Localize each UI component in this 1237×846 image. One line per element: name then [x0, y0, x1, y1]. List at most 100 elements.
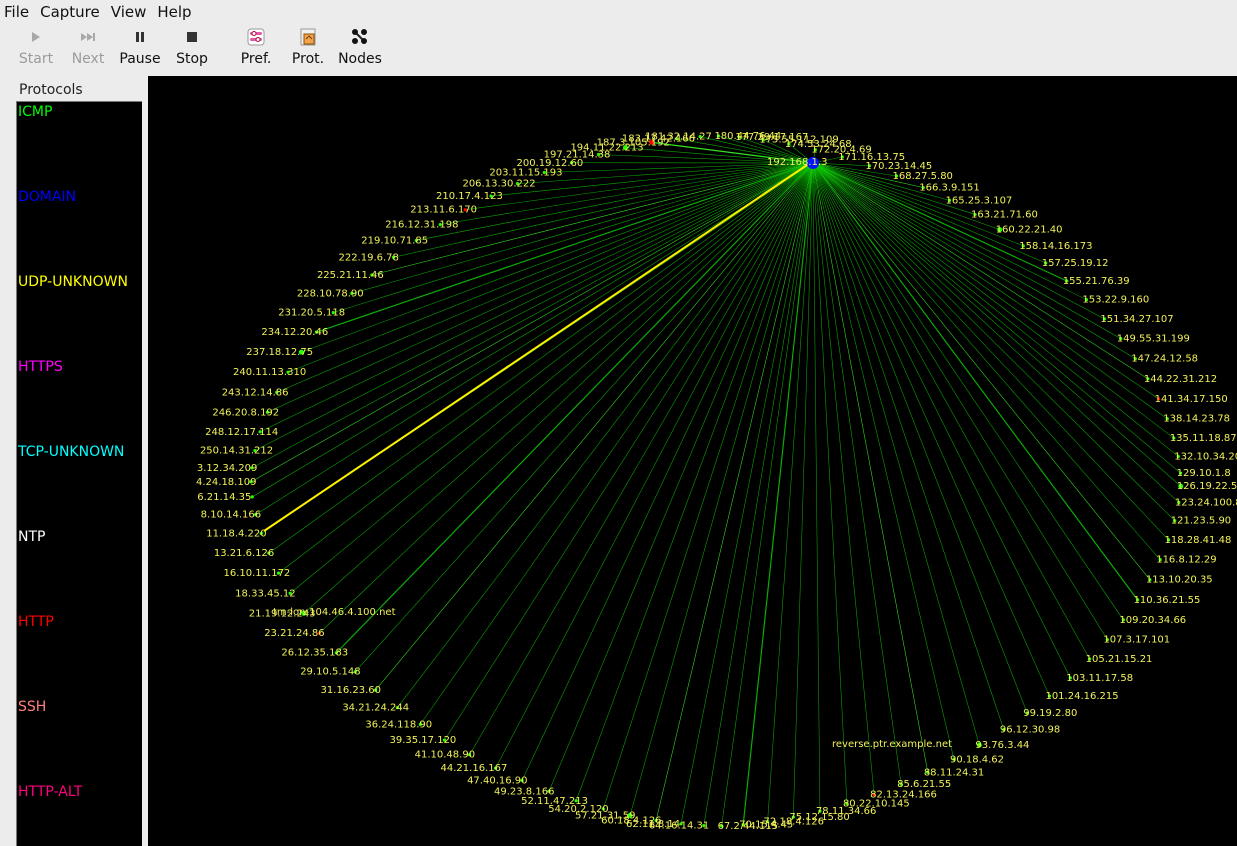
special-node-label: tm-lon-104.46.4.100.net [273, 607, 396, 618]
protocols-button[interactable]: Prot. [282, 25, 334, 73]
protocol-label: TCP-UNKNOWN [18, 444, 125, 460]
node-label: 203.11.15.193 [489, 167, 562, 178]
menu-capture[interactable]: Capture [36, 0, 107, 24]
protocol-label: SSH [18, 699, 47, 715]
center-node-label: 192.168.1.3 [767, 157, 827, 168]
menu-help[interactable]: Help [153, 0, 198, 24]
node-label: 153.22.9.160 [1082, 295, 1149, 306]
graph-link [812, 162, 929, 773]
graph-link [812, 162, 1050, 697]
stop-button[interactable]: Stop [166, 25, 218, 73]
node-label: 147.24.12.58 [1131, 354, 1198, 365]
graph-link [495, 162, 814, 769]
node-label: 34.21.24.244 [342, 703, 409, 714]
pause-label: Pause [119, 51, 161, 67]
node-label: 216.12.31.198 [385, 220, 458, 231]
stop-icon [185, 25, 199, 49]
node-label: 16.10.11.172 [224, 568, 291, 579]
node-label: 194.11.22.213 [570, 143, 643, 154]
node-label: 109.20.34.66 [1119, 615, 1186, 626]
node-label: 49.23.8.166 [494, 786, 554, 797]
node-label: 29.10.5.148 [300, 667, 360, 678]
protocol-item-domain[interactable]: DOMAIN [18, 188, 76, 206]
protocol-item-udp-unknown[interactable]: UDP-UNKNOWN [18, 273, 128, 291]
node-label: 240.11.13.310 [233, 367, 306, 378]
protocol-item-ntp[interactable]: NTP [18, 528, 45, 546]
node-label: 210.17.4.123 [436, 191, 503, 202]
node-label: 116.8.12.29 [1156, 555, 1216, 566]
next-label: Next [71, 51, 105, 67]
node-label: 105.21.15.21 [1086, 654, 1153, 665]
graph-link [812, 162, 848, 804]
nodes-button[interactable]: Nodes [334, 25, 386, 73]
start-label: Start [18, 51, 54, 67]
node-label: 165.25.3.107 [946, 195, 1013, 206]
graph-link [812, 162, 1124, 621]
node-label: 36.24.118.90 [365, 719, 432, 730]
toolbar: Start Next Pause Stop Pref. Prot. Nodes [0, 25, 1237, 73]
node-label: 26.12.35.183 [281, 648, 348, 659]
graph-link [252, 162, 814, 498]
protocol-item-ssh[interactable]: SSH [18, 698, 46, 716]
graph-link [250, 162, 814, 483]
node-label: 123.24.100.83 [1175, 498, 1237, 509]
node-label: 44.21.16.167 [441, 763, 508, 774]
pause-button[interactable]: Pause [114, 25, 166, 73]
protocol-item-http-alt[interactable]: HTTP-ALT [18, 783, 82, 801]
node-label: 118.28.41.48 [1165, 535, 1232, 546]
node-label: 121.23.5.90 [1171, 516, 1231, 527]
graph-link [521, 162, 814, 781]
protocol-item-http[interactable]: HTTP [18, 613, 54, 631]
graph-link [575, 162, 814, 801]
node-label: 6.21.14.35 [197, 492, 251, 503]
graph-link [812, 162, 955, 760]
node-label: 206.13.30.222 [462, 179, 535, 190]
graph-link [812, 162, 1028, 714]
graph-link [287, 162, 814, 373]
node-label: 234.12.20.46 [261, 327, 328, 338]
node-label: 107.3.17.101 [1103, 635, 1170, 646]
graph-link [268, 162, 814, 554]
protocol-label: HTTP-ALT [18, 784, 83, 800]
node-label: 11.18.4.220 [206, 529, 266, 540]
node-label: 228.10.78.90 [297, 288, 364, 299]
node-label: 93.76.3.44 [975, 740, 1029, 751]
protocol-item-icmp[interactable]: ICMP [18, 103, 52, 121]
graph-link [655, 162, 814, 821]
skip-forward-icon [79, 25, 97, 49]
node-label: 166.3.9.151 [919, 183, 979, 194]
menu-file[interactable]: File [0, 0, 36, 24]
start-button[interactable]: Start [10, 25, 62, 73]
protocols-icon [299, 25, 317, 49]
network-graph-canvas[interactable]: 187.3.105.192 183.17.42.166 181.32.14.27 18… [148, 76, 1237, 846]
protocol-item-tcp-unknown[interactable]: TCP-UNKNOWN [18, 443, 124, 461]
node-label: 39.35.17.120 [390, 735, 457, 746]
protocols-panel[interactable]: ICMP DOMAIN UDP-UNKNOWN HTTPS TCP-UNKNOW… [16, 101, 142, 846]
graph-link [742, 162, 814, 825]
protocol-label: UDP-UNKNOWN [18, 274, 128, 290]
node-label: 8.10.14.166 [201, 510, 261, 521]
protocol-item-https[interactable]: HTTPS [18, 358, 63, 376]
node-label: 248.12.17.114 [205, 427, 278, 438]
node-label: 213.11.6.170 [410, 205, 477, 216]
node-label: 160.22.21.40 [996, 225, 1063, 236]
menu-view[interactable]: View [107, 0, 154, 24]
stop-label: Stop [176, 51, 208, 67]
nodes-icon [351, 25, 369, 49]
node-label: 41.10.48.90 [415, 750, 475, 761]
etherape-window: File Capture View Help Start Next Pause [0, 0, 1237, 846]
node-label: 126.19.22.54 [1177, 481, 1237, 492]
next-button[interactable]: Next [62, 25, 114, 73]
node-label: 129.10.1.8 [1177, 468, 1231, 479]
graph-link [290, 162, 814, 594]
menu-bar: File Capture View Help [0, 0, 1237, 24]
graph-link [397, 162, 814, 708]
node-label: 88.11.24.31 [924, 767, 984, 778]
node-label: 246.20.8.192 [212, 407, 279, 418]
network-graph[interactable]: 187.3.105.192183.17.42.166181.32.14.27 18… [148, 76, 1237, 846]
node-label: 141.34.17.150 [1155, 394, 1228, 405]
graph-link [812, 162, 1108, 640]
graph-link [278, 162, 814, 574]
node-label: 155.21.76.39 [1063, 276, 1130, 287]
preferences-button[interactable]: Pref. [230, 25, 282, 73]
